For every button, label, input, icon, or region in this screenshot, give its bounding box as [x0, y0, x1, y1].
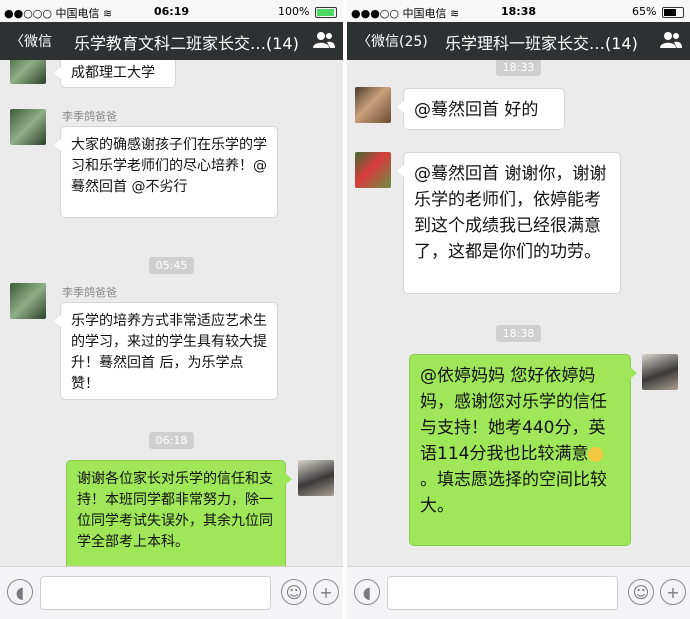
avatar[interactable] — [10, 283, 46, 319]
avatar[interactable] — [10, 109, 46, 145]
message-bubble[interactable]: @蓦然回首 谢谢你，谢谢乐学的老师们，依婷能考到这个成绩我已经很满意了，这都是你… — [397, 152, 621, 294]
avatar[interactable] — [355, 152, 391, 188]
status-bar: ●●●○○ 中国电信 ≋ 18:38 65% — [347, 0, 690, 22]
sender-name: 李季鸽爸爸 — [62, 286, 117, 299]
message-bubble[interactable]: 乐学的培养方式非常适应艺术生的学习，来过的学生具有较大提升！蓦然回首 后，为乐学… — [54, 302, 278, 400]
battery-icon — [315, 6, 337, 18]
nav-bar: 〈微信 乐学教育文科二班家长交…(14) — [0, 22, 343, 60]
group-icon[interactable] — [660, 31, 682, 49]
avatar[interactable] — [10, 60, 46, 84]
left-chat-screen: ●●○○○ 中国电信 ≋ 06:19 100% 〈微信 乐学教育文科二班家长交…… — [0, 0, 343, 619]
voice-icon[interactable]: ◖ — [7, 579, 33, 605]
battery-indicator: 100% — [278, 5, 337, 18]
timestamp: 18:38 — [347, 322, 690, 342]
message-input[interactable] — [40, 576, 271, 610]
right-chat-screen: ●●●○○ 中国电信 ≋ 18:38 65% 〈微信(25) 乐学理科一班家长交… — [347, 0, 690, 619]
battery-percent: 65% — [632, 5, 657, 18]
message-bubble[interactable]: @蓦然回首 好的 — [397, 88, 565, 130]
message-input[interactable] — [387, 576, 618, 610]
emoji-icon[interactable]: ☺ — [281, 579, 307, 605]
sender-name: 李季鸽爸爸 — [62, 110, 117, 123]
timestamp: 05:45 — [0, 254, 343, 274]
avatar[interactable] — [642, 354, 678, 390]
avatar[interactable] — [298, 460, 334, 496]
smile-emoji-icon — [588, 446, 604, 462]
group-icon[interactable] — [313, 31, 335, 49]
message-bubble[interactable]: 成都理工大学 — [54, 60, 176, 88]
message-bubble[interactable]: 谢谢各位家长对乐学的信任和支持！本班同学都非常努力，除一位同学考试失误外，其余九… — [66, 460, 292, 567]
timestamp: 06:18 — [0, 429, 343, 449]
battery-percent: 100% — [278, 5, 310, 18]
back-button[interactable]: 〈微信 — [10, 31, 52, 51]
avatar[interactable] — [355, 87, 391, 123]
message-text: @依婷妈妈 您好依婷妈妈，感谢您对乐学的信任与支持！她考440分，英语114分我… — [420, 366, 607, 464]
battery-icon — [662, 6, 684, 18]
battery-indicator: 65% — [632, 5, 684, 18]
message-bubble[interactable]: @依婷妈妈 您好依婷妈妈，感谢您对乐学的信任与支持！她考440分，英语114分我… — [409, 354, 637, 546]
input-bar: ◖ ☺ + — [347, 566, 690, 619]
timestamp: 18:33 — [347, 60, 690, 76]
message-list[interactable]: 18:33 @蓦然回首 好的 @蓦然回首 谢谢你，谢谢乐学的老师们，依婷能考到这… — [347, 60, 690, 567]
plus-icon[interactable]: + — [313, 579, 339, 605]
voice-icon[interactable]: ◖ — [354, 579, 380, 605]
plus-icon[interactable]: + — [660, 579, 686, 605]
input-bar: ◖ ☺ + — [0, 566, 343, 619]
nav-bar: 〈微信(25) 乐学理科一班家长交…(14) — [347, 22, 690, 60]
message-list[interactable]: 成都理工大学 李季鸽爸爸 大家的确感谢孩子们在乐学的学习和乐学老师们的尽心培养！… — [0, 60, 343, 567]
back-button[interactable]: 〈微信(25) — [357, 31, 428, 51]
emoji-icon[interactable]: ☺ — [628, 579, 654, 605]
status-bar: ●●○○○ 中国电信 ≋ 06:19 100% — [0, 0, 343, 22]
chat-title: 乐学理科一班家长交…(14) — [445, 34, 638, 53]
message-bubble[interactable]: 大家的确感谢孩子们在乐学的学习和乐学老师们的尽心培养！@蓦然回首 @不劣行 — [54, 126, 278, 218]
message-text: 。填志愿选择的空间比较大。 — [420, 470, 607, 516]
chat-title: 乐学教育文科二班家长交…(14) — [74, 34, 299, 53]
